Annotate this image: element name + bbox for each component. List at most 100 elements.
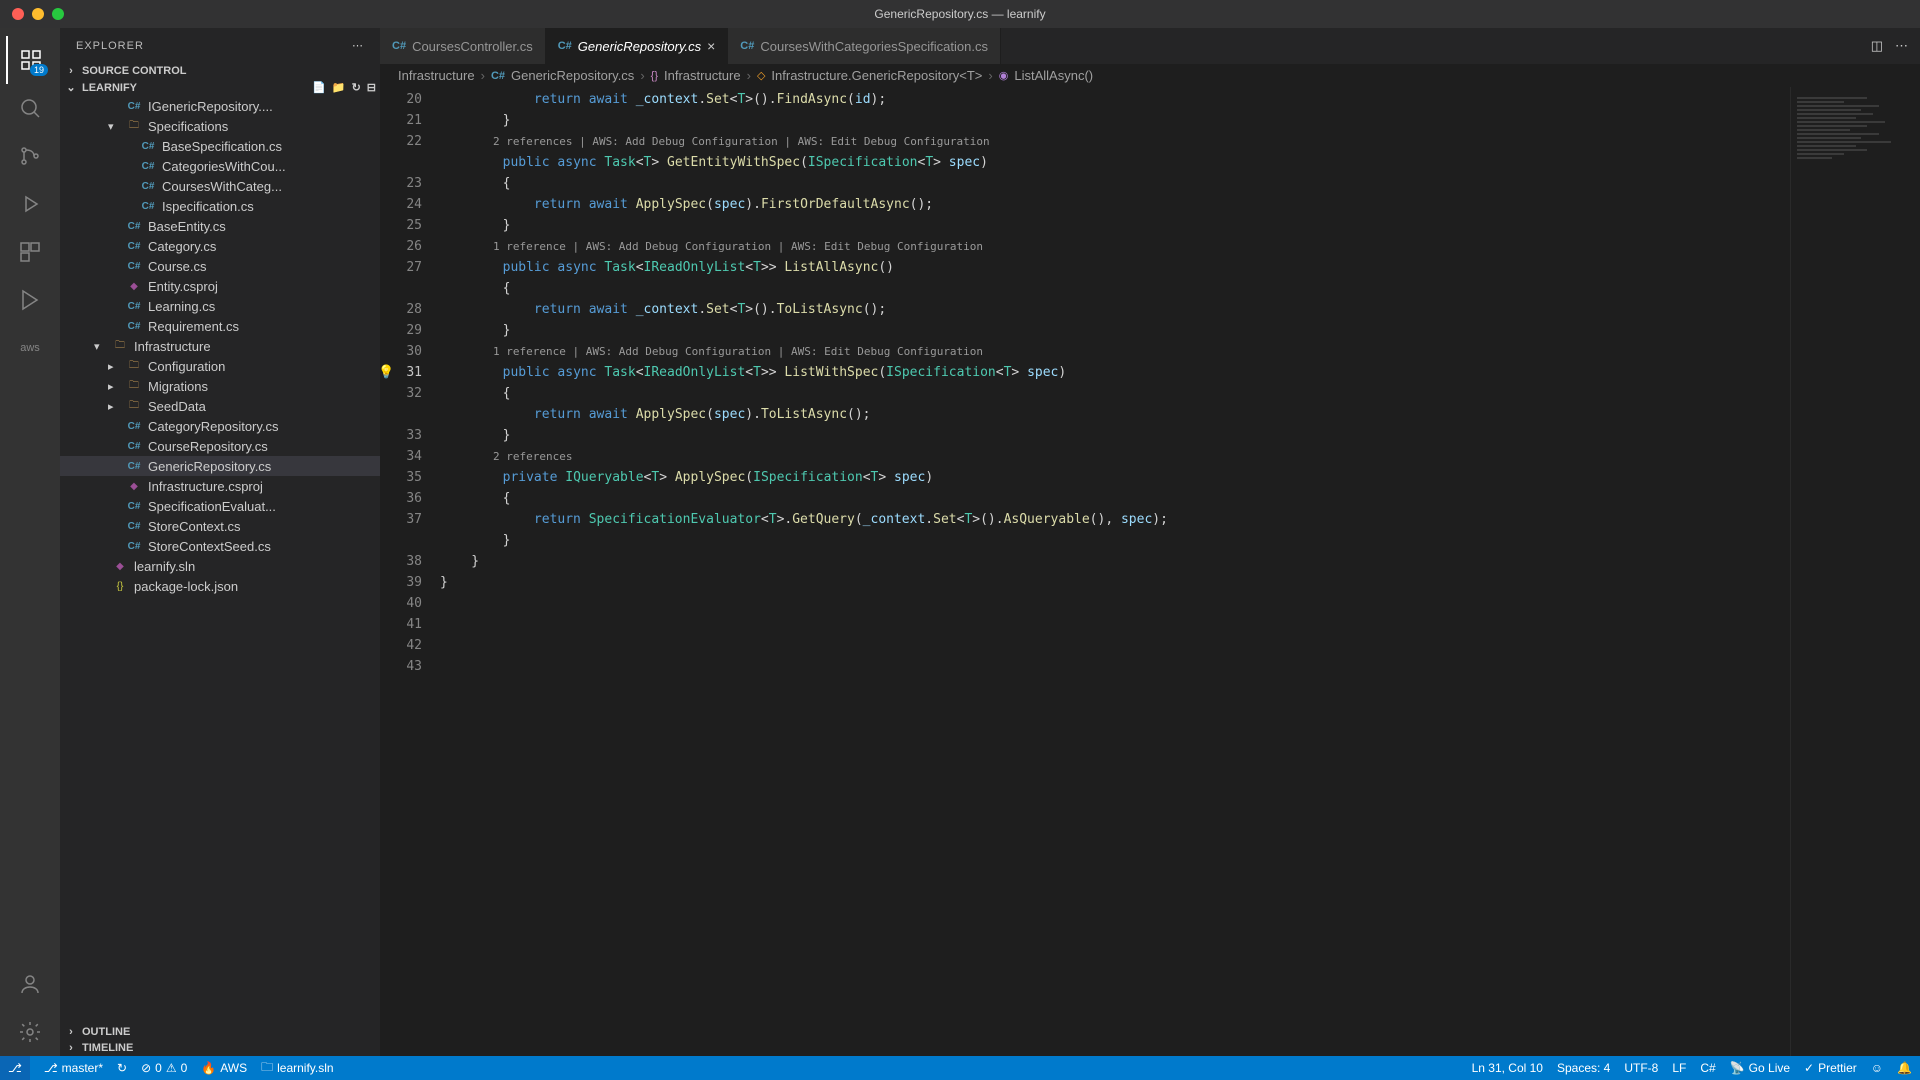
tree-item[interactable]: ◆Infrastructure.csproj	[60, 476, 380, 496]
tree-item[interactable]: C#IGenericRepository....	[60, 96, 380, 116]
tree-item[interactable]: ◆learnify.sln	[60, 556, 380, 576]
project-section[interactable]: ⌄ LEARNIFY 📄 📁 ↻ ⊟	[60, 79, 380, 96]
minimap[interactable]	[1790, 87, 1920, 1056]
cs-icon: C#	[140, 158, 156, 174]
breadcrumb-item[interactable]: Infrastructure	[664, 68, 741, 83]
new-file-icon[interactable]: 📄	[312, 81, 326, 94]
outline-section[interactable]: › OUTLINE	[60, 1024, 380, 1040]
tree-item-label: package-lock.json	[134, 579, 238, 594]
tree-item[interactable]: C#Learning.cs	[60, 296, 380, 316]
tree-item-label: CoursesWithCateg...	[162, 179, 282, 194]
breadcrumb-item[interactable]: Infrastructure	[398, 68, 475, 83]
tree-item[interactable]: C#Course.cs	[60, 256, 380, 276]
aws-activity[interactable]: aws	[6, 324, 54, 372]
breadcrumbs[interactable]: Infrastructure›C#GenericRepository.cs›{}…	[380, 64, 1920, 87]
tree-item[interactable]: C#BaseSpecification.cs	[60, 136, 380, 156]
breadcrumb-item[interactable]: ListAllAsync()	[1014, 68, 1093, 83]
tree-item[interactable]: ▾🗀Infrastructure	[60, 336, 380, 356]
tree-item[interactable]: ▾🗀Specifications	[60, 116, 380, 136]
editor-tab[interactable]: C#GenericRepository.cs×	[546, 28, 729, 64]
refresh-icon[interactable]: ↻	[352, 81, 361, 94]
extensions-activity[interactable]	[6, 228, 54, 276]
settings-activity[interactable]	[6, 1008, 54, 1056]
tree-item[interactable]: C#StoreContextSeed.cs	[60, 536, 380, 556]
tree-item[interactable]: C#SpecificationEvaluat...	[60, 496, 380, 516]
tree-item[interactable]: C#Requirement.cs	[60, 316, 380, 336]
aws-status[interactable]: 🔥 AWS	[201, 1061, 247, 1075]
tree-item-label: BaseSpecification.cs	[162, 139, 282, 154]
folder-icon: 🗀	[126, 118, 142, 134]
tree-item[interactable]: C#CategoriesWithCou...	[60, 156, 380, 176]
eol-status[interactable]: LF	[1672, 1061, 1686, 1075]
sidebar-more-icon[interactable]: ⋯	[352, 39, 364, 52]
run-activity[interactable]	[6, 276, 54, 324]
timeline-section[interactable]: › TIMELINE	[60, 1040, 380, 1056]
split-editor-icon[interactable]: ◫	[1871, 38, 1883, 54]
language-status[interactable]: C#	[1700, 1061, 1715, 1075]
account-activity[interactable]	[6, 960, 54, 1008]
search-activity[interactable]	[6, 84, 54, 132]
breadcrumb-item[interactable]: Infrastructure.GenericRepository<T>	[771, 68, 982, 83]
encoding-status[interactable]: UTF-8	[1624, 1061, 1658, 1075]
minimize-window-button[interactable]	[32, 8, 44, 20]
tree-item[interactable]: C#CategoryRepository.cs	[60, 416, 380, 436]
close-window-button[interactable]	[12, 8, 24, 20]
folder-icon: 🗀	[126, 398, 142, 414]
tree-item[interactable]: C#CourseRepository.cs	[60, 436, 380, 456]
golive-status[interactable]: 📡 Go Live	[1730, 1061, 1790, 1075]
code-content[interactable]: return await _context.Set<T>().FindAsync…	[440, 87, 1790, 1056]
tree-item-label: Requirement.cs	[148, 319, 239, 334]
tree-item[interactable]: ▸🗀Configuration	[60, 356, 380, 376]
remote-icon: ⎇	[8, 1061, 22, 1075]
close-tab-icon[interactable]: ×	[707, 38, 715, 54]
tree-item-label: Category.cs	[148, 239, 216, 254]
json-icon: {}	[112, 578, 128, 594]
error-icon: ⊘	[141, 1061, 151, 1075]
tree-item[interactable]: C#Ispecification.cs	[60, 196, 380, 216]
warning-icon: ⚠	[166, 1061, 177, 1075]
sync-status[interactable]: ↻	[117, 1061, 127, 1075]
tree-item-label: learnify.sln	[134, 559, 195, 574]
tree-item[interactable]: C#BaseEntity.cs	[60, 216, 380, 236]
editor-tab[interactable]: C#CoursesWithCategoriesSpecification.cs	[728, 28, 1001, 64]
cursor-position[interactable]: Ln 31, Col 10	[1472, 1061, 1543, 1075]
prettier-status[interactable]: ✓ Prettier	[1804, 1061, 1857, 1075]
explorer-sidebar: EXPLORER ⋯ › SOURCE CONTROL ⌄ LEARNIFY 📄…	[60, 28, 380, 1056]
collapse-icon[interactable]: ⊟	[367, 81, 376, 94]
breadcrumb-item[interactable]: GenericRepository.cs	[511, 68, 634, 83]
cs-icon: C#	[126, 298, 142, 314]
tab-more-icon[interactable]: ⋯	[1895, 38, 1908, 54]
tree-item-label: Course.cs	[148, 259, 207, 274]
csharp-icon: C#	[392, 40, 406, 52]
tree-item[interactable]: ▸🗀SeedData	[60, 396, 380, 416]
cs-icon: C#	[126, 518, 142, 534]
tree-item[interactable]: {} package-lock.json	[60, 576, 380, 596]
maximize-window-button[interactable]	[52, 8, 64, 20]
debug-activity[interactable]	[6, 180, 54, 228]
tree-item[interactable]: C#Category.cs	[60, 236, 380, 256]
source-control-section[interactable]: › SOURCE CONTROL	[60, 63, 380, 79]
scm-activity[interactable]	[6, 132, 54, 180]
cs-icon: C#	[140, 178, 156, 194]
solution-status[interactable]: 🗀 learnify.sln	[261, 1058, 333, 1079]
branch-icon: ⎇	[44, 1061, 58, 1075]
editor-tab[interactable]: C#CoursesController.cs	[380, 28, 546, 64]
indentation-status[interactable]: Spaces: 4	[1557, 1061, 1610, 1075]
new-folder-icon[interactable]: 📁	[332, 81, 346, 94]
tree-item-label: StoreContext.cs	[148, 519, 241, 534]
feedback-icon[interactable]: ☺	[1871, 1061, 1883, 1075]
tree-item[interactable]: C#GenericRepository.cs	[60, 456, 380, 476]
remote-indicator[interactable]: ⎇	[0, 1056, 30, 1080]
tree-item[interactable]: ◆Entity.csproj	[60, 276, 380, 296]
sync-icon: ↻	[117, 1061, 127, 1075]
problems-status[interactable]: ⊘ 0 ⚠ 0	[141, 1061, 187, 1075]
tab-label: GenericRepository.cs	[578, 39, 701, 54]
bell-icon[interactable]: 🔔	[1897, 1061, 1912, 1075]
branch-status[interactable]: ⎇ master*	[44, 1061, 103, 1075]
editor-area: C#CoursesController.csC# GenericRepositor…	[380, 28, 1920, 1056]
tree-item[interactable]: ▸🗀Migrations	[60, 376, 380, 396]
tree-item[interactable]: C# StoreContext.cs	[60, 516, 380, 536]
tree-item[interactable]: C# CoursesWithCateg...	[60, 176, 380, 196]
tree-item-label: Specifications	[148, 119, 228, 134]
explorer-activity[interactable]: 19	[6, 36, 54, 84]
